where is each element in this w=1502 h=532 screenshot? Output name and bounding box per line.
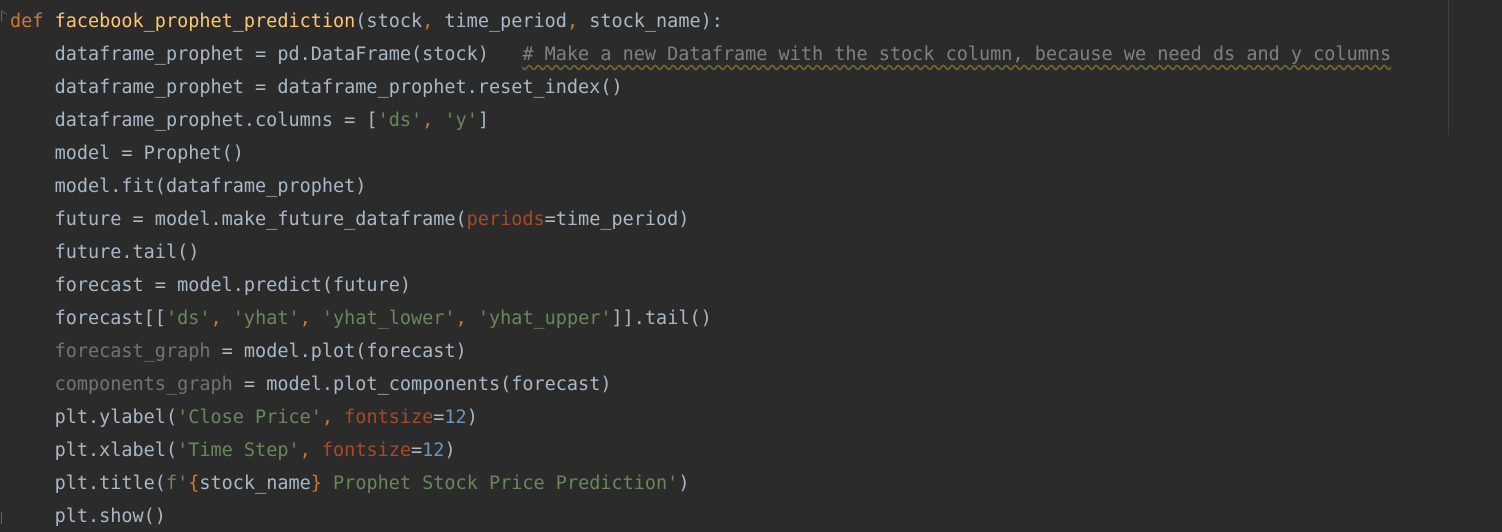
code-line[interactable]: future = model.make_future_dataframe(per…: [10, 203, 690, 236]
code-token: ]: [477, 110, 489, 131]
code-token: ,: [422, 11, 445, 32]
code-token: (stock: [355, 11, 423, 32]
code-line[interactable]: forecast[['ds', 'yhat', 'yhat_lower', 'y…: [10, 302, 712, 335]
code-token: plt.xlabel(: [54, 440, 178, 461]
code-token: ): [444, 440, 456, 461]
code-token: ): [678, 473, 690, 494]
code-token: facebook_prophet_prediction: [54, 11, 356, 32]
code-token: time_period: [444, 11, 567, 32]
code-token: fontsize: [344, 407, 434, 428]
code-line[interactable]: components_graph = model.plot_components…: [10, 368, 612, 401]
code-editor[interactable]: def facebook_prophet_prediction(stock, t…: [0, 0, 1502, 532]
code-token: {: [188, 473, 200, 494]
code-token: ,: [210, 308, 233, 329]
fold-marker-icon[interactable]: [1, 10, 7, 25]
code-token: =: [411, 440, 423, 461]
code-token: =: [433, 407, 445, 428]
code-line[interactable]: model = Prophet(): [10, 137, 244, 170]
code-token: ]].tail(): [611, 308, 712, 329]
code-line[interactable]: plt.show(): [10, 500, 166, 532]
code-token: stock_name: [199, 473, 311, 494]
code-token: dataframe_prophet = pd.DataFrame(stock): [54, 44, 523, 65]
code-token: ,: [299, 308, 322, 329]
code-token: 'y': [444, 110, 478, 131]
code-token: 'ds': [377, 110, 423, 131]
code-line[interactable]: dataframe_prophet = dataframe_prophet.re…: [10, 71, 623, 104]
code-line[interactable]: def facebook_prophet_prediction(stock, t…: [10, 5, 723, 38]
code-token: ,: [422, 110, 445, 131]
code-line[interactable]: plt.ylabel('Close Price', fontsize=12): [10, 401, 478, 434]
code-line[interactable]: forecast = model.predict(future): [10, 269, 411, 302]
code-token: model = Prophet(): [54, 143, 244, 164]
code-line[interactable]: dataframe_prophet = pd.DataFrame(stock) …: [10, 38, 1392, 71]
code-token: 12: [444, 407, 467, 428]
code-token: =time_period): [544, 209, 690, 230]
code-token: # Make a new Dataframe with the stock co…: [522, 44, 1392, 65]
code-token: dataframe_prophet = dataframe_prophet.re…: [54, 77, 623, 98]
code-line[interactable]: plt.title(f'{stock_name} Prophet Stock P…: [10, 467, 690, 500]
code-token: periods: [466, 209, 545, 230]
code-token: ,: [299, 440, 322, 461]
code-token: ,: [455, 308, 478, 329]
code-token: }: [310, 473, 322, 494]
code-token: future = model.make_future_dataframe(: [54, 209, 467, 230]
code-token: 'yhat_lower': [321, 308, 456, 329]
code-token: fontsize: [321, 440, 412, 461]
code-token: forecast = model.predict(future): [54, 275, 411, 296]
code-token: stock_name):: [589, 11, 723, 32]
code-token: ,: [566, 11, 590, 32]
code-token: dataframe_prophet.columns = [: [54, 110, 378, 131]
code-line[interactable]: future.tail(): [10, 236, 200, 269]
code-token: 'yhat_upper': [477, 308, 612, 329]
code-token: 'Time Step': [177, 440, 300, 461]
code-token: ): [466, 407, 478, 428]
code-token: 12: [422, 440, 445, 461]
code-token: = model.plot(forecast): [210, 341, 467, 362]
code-token: f': [165, 473, 189, 494]
code-line[interactable]: forecast_graph = model.plot(forecast): [10, 335, 467, 368]
code-token: model.fit(dataframe_prophet): [54, 176, 367, 197]
code-token: 'Close Price': [177, 407, 322, 428]
code-token: future.tail(): [54, 242, 200, 263]
code-token: plt.title(: [54, 473, 166, 494]
code-token: plt.show(): [54, 506, 166, 527]
code-token: 'yhat': [232, 308, 300, 329]
code-token: components_graph: [54, 374, 233, 395]
code-line[interactable]: dataframe_prophet.columns = ['ds', 'y']: [10, 104, 489, 137]
code-line[interactable]: model.fit(dataframe_prophet): [10, 170, 367, 203]
code-token: plt.ylabel(: [54, 407, 178, 428]
code-token: Prophet Stock Price Prediction': [321, 473, 679, 494]
right-margin-guide: [1448, 0, 1449, 135]
code-token: = model.plot_components(forecast): [232, 374, 612, 395]
code-token: forecast[[: [54, 308, 166, 329]
code-line[interactable]: plt.xlabel('Time Step', fontsize=12): [10, 434, 456, 467]
code-token: 'ds': [165, 308, 211, 329]
fold-end-marker-icon[interactable]: [1, 512, 7, 524]
code-token: forecast_graph: [54, 341, 211, 362]
code-token: def: [10, 11, 44, 32]
code-token: ,: [321, 407, 345, 428]
